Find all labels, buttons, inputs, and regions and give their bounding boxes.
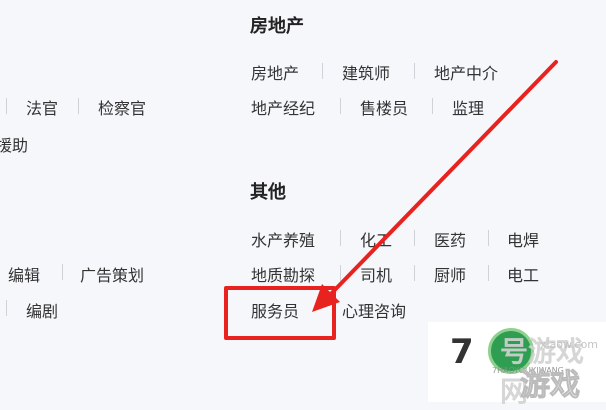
arrow-icon xyxy=(312,60,558,312)
